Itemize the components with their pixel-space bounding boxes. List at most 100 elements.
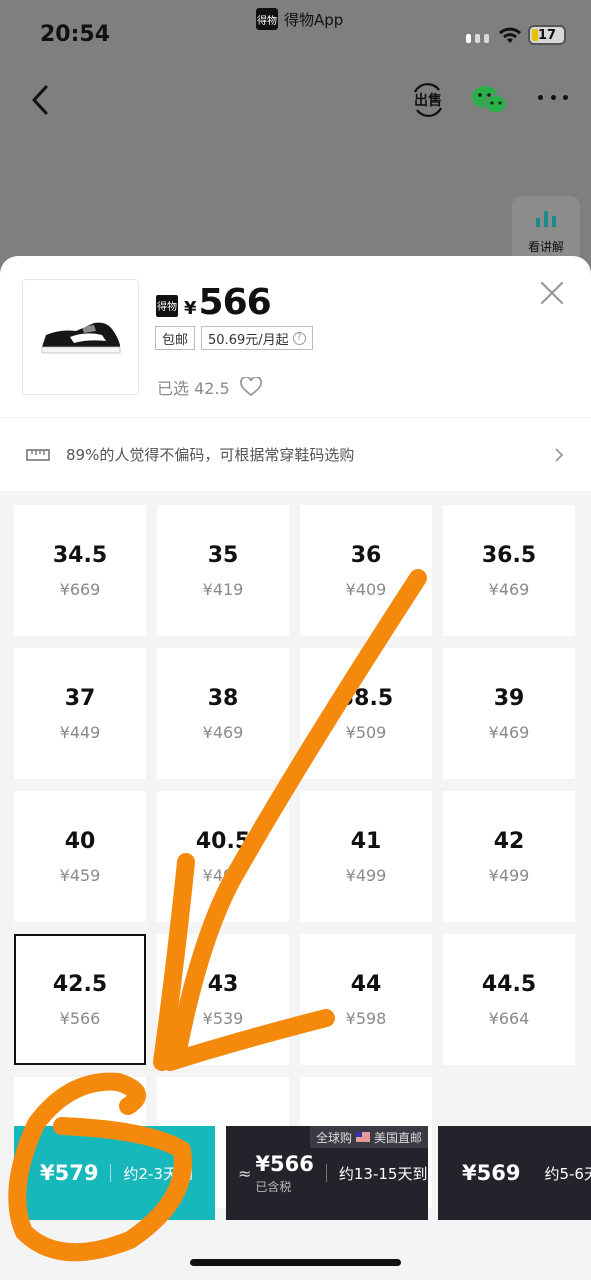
direct-mail-label: 美国直邮 <box>373 1130 422 1145</box>
size-price: ¥469 <box>202 722 244 742</box>
approx-symbol: ≈ <box>238 1163 252 1183</box>
size-option-37[interactable]: 37 ¥449 <box>14 648 146 779</box>
home-indicator[interactable] <box>190 1259 401 1266</box>
more-dots-icon[interactable] <box>538 92 568 102</box>
buy-option-global[interactable]: 全球购 美国直邮 ≈ ¥566 已含税 约13-15天到 <box>226 1126 428 1220</box>
size-value: 38.5 <box>338 685 394 711</box>
buy-option-price: ¥566 <box>255 1151 314 1176</box>
size-option-36.5[interactable]: 36.5 ¥469 <box>443 505 575 636</box>
explain-label: 看讲解 <box>527 240 564 254</box>
product-price: 得物 ¥ 566 <box>156 282 272 323</box>
buy-option-eta: 约2-3天到 <box>123 1164 193 1183</box>
battery-icon: 17 <box>528 25 566 45</box>
buy-option-price: ¥569 <box>462 1161 521 1185</box>
size-option-38[interactable]: 38 ¥469 <box>157 648 289 779</box>
size-value: 36.5 <box>481 542 537 568</box>
status-bar: 20:54 得物 得物App 17 <box>0 0 591 60</box>
free-shipping-label: 包邮 <box>162 332 189 348</box>
size-option-44.5[interactable]: 44.5 ¥664 <box>443 934 575 1065</box>
size-value: 37 <box>64 685 96 711</box>
global-purchase-label: 全球购 <box>315 1130 352 1145</box>
chevron-right-icon <box>555 447 564 462</box>
size-price: ¥469 <box>488 722 530 742</box>
size-price: ¥419 <box>202 579 244 599</box>
size-option-40[interactable]: 40 ¥459 <box>14 791 146 922</box>
origin-app-indicator[interactable]: 得物 得物App <box>256 8 343 30</box>
question-icon: ? <box>292 331 306 345</box>
size-price: ¥499 <box>345 865 387 885</box>
sell-icon: 出售 <box>414 83 442 117</box>
size-price: ¥539 <box>202 1008 244 1028</box>
size-price: ¥669 <box>59 579 101 599</box>
global-purchase-tag: 全球购 美国直邮 <box>309 1126 428 1148</box>
size-value: 41 <box>350 828 382 854</box>
size-option-38.5[interactable]: 38.5 ¥509 <box>300 648 432 779</box>
size-fit-hint[interactable]: 89%的人觉得不偏码，可根据常穿鞋码选购 <box>0 417 591 491</box>
size-option-41[interactable]: 41 ¥499 <box>300 791 432 922</box>
sneaker-image <box>41 322 120 354</box>
selected-size-label: 已选 42.5 <box>157 379 230 398</box>
buy-options-bar: ¥579 约2-3天到 全球购 美国直邮 ≈ ¥566 已含税 约13-15天到… <box>0 1126 591 1220</box>
size-option-40.5[interactable]: 40.5 ¥499 <box>157 791 289 922</box>
ruler-icon <box>26 448 50 461</box>
size-option-35[interactable]: 35 ¥419 <box>157 505 289 636</box>
size-price: ¥509 <box>345 722 387 742</box>
size-option-39[interactable]: 39 ¥469 <box>443 648 575 779</box>
us-flag-icon <box>355 1132 370 1142</box>
origin-app-name: 得物App <box>284 10 344 29</box>
buy-option-standard[interactable]: ¥569 约5-6天到 <box>438 1126 591 1220</box>
clock: 20:54 <box>40 22 111 47</box>
price-value: 566 <box>198 282 272 323</box>
dewu-badge-icon: 得物 <box>156 294 178 317</box>
size-value: 43 <box>207 971 239 997</box>
buy-option-eta: 约5-6天到 <box>544 1164 591 1183</box>
size-value: 42 <box>493 828 525 854</box>
size-option-44[interactable]: 44 ¥598 <box>300 934 432 1065</box>
size-option-42.5[interactable]: 42.5 ¥566 <box>14 934 146 1065</box>
sell-button[interactable]: 出售 <box>410 82 446 118</box>
divider <box>325 1164 327 1182</box>
size-price: ¥664 <box>488 1008 530 1028</box>
size-value: 40 <box>64 828 96 854</box>
sell-label: 出售 <box>414 92 442 109</box>
size-price: ¥449 <box>59 722 101 742</box>
installment-label: 50.69元/月起 <box>208 332 289 348</box>
close-icon[interactable] <box>539 280 565 306</box>
buy-option-fast[interactable]: ¥579 约2-3天到 <box>14 1126 215 1220</box>
bar-chart-icon <box>536 211 556 227</box>
dewu-logo-icon: 得物 <box>256 8 278 30</box>
installment-tag[interactable]: 50.69元/月起 ? <box>201 326 313 350</box>
size-value: 39 <box>493 685 525 711</box>
size-value: 40.5 <box>195 828 251 854</box>
free-shipping-tag: 包邮 <box>155 326 196 350</box>
size-price: ¥409 <box>345 579 387 599</box>
size-value: 36 <box>350 542 382 568</box>
size-price: ¥469 <box>488 579 530 599</box>
size-price: ¥499 <box>488 865 530 885</box>
size-option-34.5[interactable]: 34.5 ¥669 <box>14 505 146 636</box>
tag-row: 包邮 50.69元/月起 ? <box>155 326 313 350</box>
wechat-icon[interactable] <box>470 84 508 116</box>
size-value: 38 <box>207 685 239 711</box>
currency-symbol: ¥ <box>184 298 197 319</box>
size-value: 35 <box>207 542 239 568</box>
size-value: 44 <box>350 971 382 997</box>
divider <box>110 1164 112 1182</box>
size-fit-text: 89%的人觉得不偏码，可根据常穿鞋码选购 <box>66 446 355 464</box>
selected-size-row: 已选 42.5 <box>157 375 262 399</box>
size-value: 42.5 <box>52 971 108 997</box>
size-price: ¥598 <box>345 1008 387 1028</box>
tax-included-label: 已含税 <box>255 1179 292 1194</box>
wifi-icon <box>499 27 521 43</box>
size-option-43[interactable]: 43 ¥539 <box>157 934 289 1065</box>
size-price: ¥499 <box>202 865 244 885</box>
chevron-left-icon[interactable] <box>28 84 52 116</box>
buy-option-price: ¥579 <box>40 1161 99 1185</box>
size-option-36[interactable]: 36 ¥409 <box>300 505 432 636</box>
size-price: ¥566 <box>59 1008 101 1028</box>
size-value: 34.5 <box>52 542 108 568</box>
size-value: 44.5 <box>481 971 537 997</box>
heart-icon[interactable] <box>239 377 262 397</box>
buy-option-eta: 约13-15天到 <box>338 1164 428 1183</box>
size-option-42[interactable]: 42 ¥499 <box>443 791 575 922</box>
